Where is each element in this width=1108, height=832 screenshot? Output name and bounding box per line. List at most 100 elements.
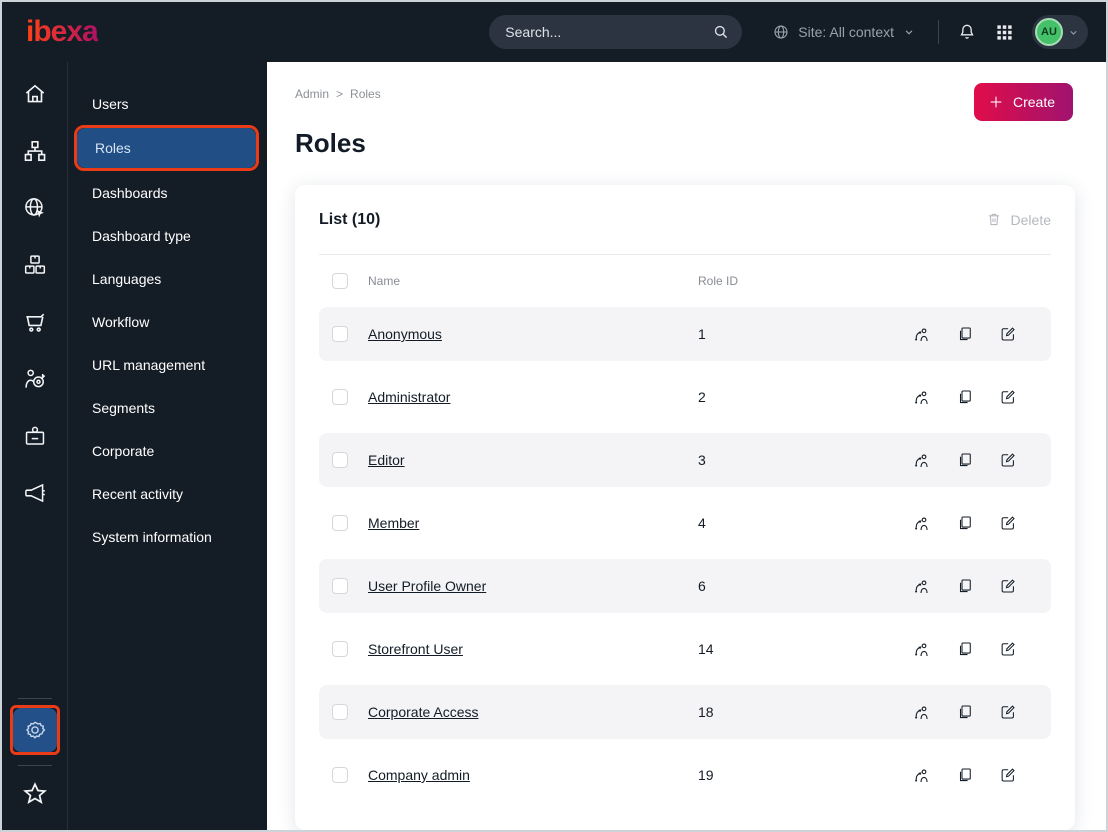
role-id-value: 4 [698, 515, 706, 531]
assign-to-users-icon[interactable] [912, 766, 931, 785]
table-row: Storefront User 14 [319, 622, 1051, 676]
role-name-link[interactable]: Anonymous [368, 326, 698, 342]
sidebar-item-label: Languages [92, 270, 162, 287]
search-input[interactable] [505, 24, 713, 40]
notifications-bell-icon[interactable] [957, 22, 977, 42]
row-checkbox[interactable] [332, 704, 348, 720]
edit-icon[interactable] [999, 514, 1017, 533]
copy-icon[interactable] [956, 577, 974, 596]
row-checkbox[interactable] [332, 578, 348, 594]
sidebar-item-dashboards[interactable]: Dashboards [68, 171, 267, 214]
breadcrumb-root[interactable]: Admin [295, 87, 329, 101]
globe-icon [772, 23, 790, 41]
global-search[interactable] [489, 15, 743, 49]
customer-targeting-icon[interactable] [13, 357, 57, 401]
user-menu[interactable]: AU [1032, 15, 1088, 49]
admin-gear-icon[interactable] [12, 708, 57, 752]
ibexa-logo[interactable]: ibexa [26, 15, 99, 49]
assign-to-users-icon[interactable] [912, 451, 931, 470]
role-id-value: 6 [698, 578, 706, 594]
row-checkbox[interactable] [332, 389, 348, 405]
copy-icon[interactable] [956, 766, 974, 785]
products-boxes-icon[interactable] [13, 243, 57, 287]
delete-button[interactable]: Delete [986, 211, 1051, 228]
assign-to-users-icon[interactable] [912, 388, 931, 407]
edit-icon[interactable] [999, 388, 1017, 407]
copy-icon[interactable] [956, 640, 974, 659]
role-name-link[interactable]: Storefront User [368, 641, 698, 657]
admin-gear-highlight [9, 705, 60, 755]
edit-icon[interactable] [999, 451, 1017, 470]
role-id-value: 2 [698, 389, 706, 405]
copy-icon[interactable] [956, 388, 974, 407]
role-name-link[interactable]: Corporate Access [368, 704, 698, 720]
role-name-link[interactable]: Member [368, 515, 698, 531]
create-button-label: Create [1012, 94, 1055, 110]
row-checkbox[interactable] [332, 767, 348, 783]
home-icon[interactable] [13, 72, 57, 116]
row-checkbox[interactable] [332, 452, 348, 468]
sidebar-item-label: Recent activity [92, 485, 184, 502]
site-context-selector[interactable]: Site: All context [772, 23, 916, 41]
trash-icon [986, 211, 1002, 228]
edit-icon[interactable] [999, 640, 1017, 659]
bookmarks-star-icon[interactable] [13, 772, 57, 816]
marketing-megaphone-icon[interactable] [13, 471, 57, 515]
role-id-value: 19 [698, 767, 714, 783]
sidebar-item-workflow[interactable]: Workflow [68, 300, 267, 343]
site-globe-icon[interactable] [13, 186, 57, 230]
role-name-link[interactable]: Company admin [368, 767, 698, 783]
copy-icon[interactable] [956, 703, 974, 722]
create-button[interactable]: Create [973, 83, 1073, 121]
top-bar: ibexa Site: All context [2, 2, 1106, 62]
table-row: Anonymous 1 [319, 307, 1051, 361]
role-id-value: 3 [698, 452, 706, 468]
table-row: Editor 3 [319, 433, 1051, 487]
role-name-link[interactable]: Editor [368, 452, 698, 468]
copy-icon[interactable] [956, 514, 974, 533]
commerce-cart-icon[interactable] [13, 300, 57, 344]
row-checkbox[interactable] [332, 641, 348, 657]
roles-list-card: List (10) Delete Name Role ID Anonymous … [295, 185, 1075, 830]
assign-to-users-icon[interactable] [912, 325, 931, 344]
assign-to-users-icon[interactable] [912, 640, 931, 659]
page-title: Roles [295, 128, 366, 158]
copy-icon[interactable] [956, 451, 974, 470]
rail-divider [17, 698, 52, 699]
row-checkbox[interactable] [332, 515, 348, 531]
rail-divider [17, 765, 52, 766]
role-id-value: 18 [698, 704, 714, 720]
sidebar-item-roles[interactable]: Roles [77, 128, 256, 168]
select-all-checkbox[interactable] [332, 273, 348, 289]
edit-icon[interactable] [999, 703, 1017, 722]
role-name-link[interactable]: Administrator [368, 389, 698, 405]
sidebar-item-segments[interactable]: Segments [68, 386, 267, 429]
sidebar-item-url-management[interactable]: URL management [68, 343, 267, 386]
corporate-badge-icon[interactable] [13, 414, 57, 458]
icon-rail [2, 62, 68, 830]
sidebar-item-recent-activity[interactable]: Recent activity [68, 472, 267, 515]
table-row: Administrator 2 [319, 370, 1051, 424]
edit-icon[interactable] [999, 577, 1017, 596]
avatar[interactable]: AU [1035, 18, 1063, 46]
sidebar-item-label: Workflow [92, 313, 150, 330]
table-row: Corporate Access 18 [319, 685, 1051, 739]
edit-icon[interactable] [999, 766, 1017, 785]
app-grid-icon[interactable] [995, 23, 1014, 42]
sidebar-item-label: Corporate [92, 442, 155, 459]
sidebar-item-languages[interactable]: Languages [68, 257, 267, 300]
assign-to-users-icon[interactable] [912, 514, 931, 533]
sidebar-item-dashboard-type[interactable]: Dashboard type [68, 214, 267, 257]
copy-icon[interactable] [956, 325, 974, 344]
sidebar-item-users[interactable]: Users [68, 82, 267, 125]
chevron-down-icon [1067, 26, 1080, 39]
assign-to-users-icon[interactable] [912, 703, 931, 722]
edit-icon[interactable] [999, 325, 1017, 344]
content-tree-icon[interactable] [13, 129, 57, 173]
assign-to-users-icon[interactable] [912, 577, 931, 596]
role-name-link[interactable]: User Profile Owner [368, 578, 698, 594]
sidebar-item-system-information[interactable]: System information [68, 515, 267, 558]
sidebar-item-corporate[interactable]: Corporate [68, 429, 267, 472]
search-icon[interactable] [712, 23, 730, 41]
row-checkbox[interactable] [332, 326, 348, 342]
